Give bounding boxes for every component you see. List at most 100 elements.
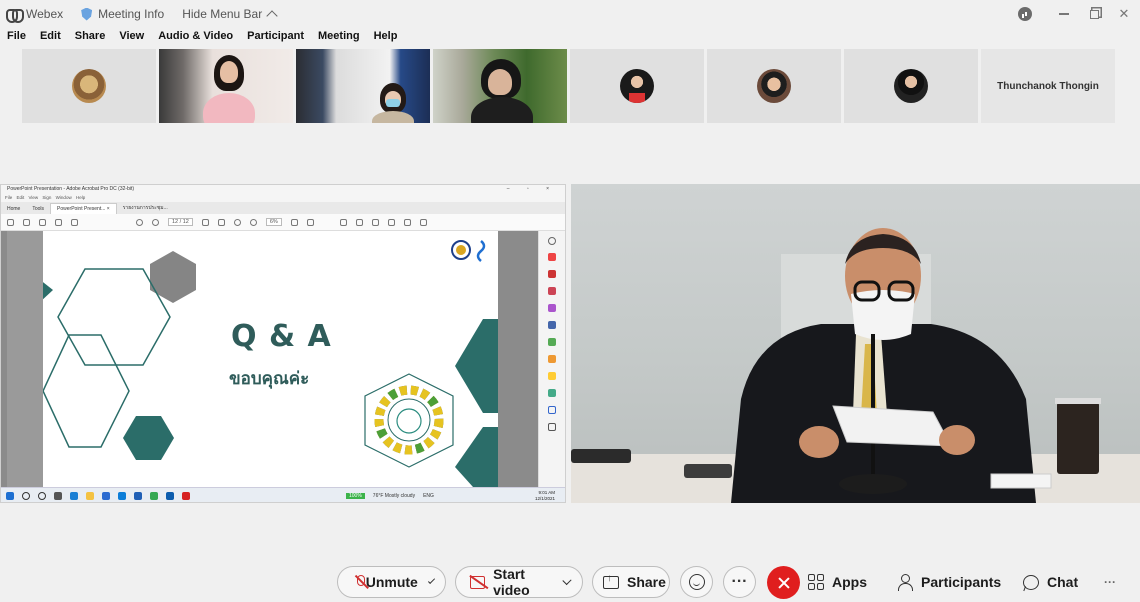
meeting-info-label: Meeting Info bbox=[98, 7, 165, 21]
active-speaker-video[interactable] bbox=[571, 184, 1140, 503]
menu-file[interactable]: File bbox=[7, 30, 26, 46]
more-options-button[interactable]: ··· bbox=[723, 566, 756, 598]
slide-graphics bbox=[43, 240, 498, 487]
pen-icon bbox=[355, 218, 363, 226]
shared-window-controls: – ▫ × bbox=[506, 186, 557, 192]
microphone-base bbox=[839, 474, 907, 494]
chat-button[interactable]: Chat bbox=[1023, 566, 1078, 598]
participant-avatar bbox=[72, 69, 106, 103]
fill-sign-icon bbox=[548, 304, 556, 312]
protect-icon bbox=[548, 406, 556, 414]
end-call-button[interactable] bbox=[767, 566, 800, 599]
menu-help[interactable]: Help bbox=[374, 30, 398, 46]
outlook-icon bbox=[102, 491, 110, 500]
menu-edit[interactable]: Edit bbox=[40, 30, 61, 46]
participant-tile[interactable] bbox=[707, 49, 841, 123]
create-pdf-icon bbox=[548, 270, 556, 278]
teal-hexagon bbox=[123, 416, 174, 460]
zoom-icon bbox=[548, 237, 556, 245]
menu-view[interactable]: View bbox=[119, 30, 144, 46]
share-button[interactable]: Share bbox=[592, 566, 670, 598]
document-view: Q & A ขอบคุณค่ะ bbox=[1, 231, 565, 487]
apps-button[interactable]: Apps bbox=[808, 566, 867, 598]
participant-video-tile[interactable] bbox=[296, 49, 430, 123]
battery-badge: 100% bbox=[346, 492, 365, 499]
overflow-icon: ··· bbox=[1104, 575, 1116, 589]
participant-tile[interactable] bbox=[570, 49, 704, 123]
teal-hexagon-right-lower bbox=[455, 427, 498, 487]
reactions-button[interactable] bbox=[680, 566, 713, 598]
network-signal-icon[interactable] bbox=[1018, 7, 1032, 21]
chevron-up-icon bbox=[266, 10, 278, 22]
participant-tile[interactable] bbox=[22, 49, 156, 123]
iced-coffee-cup bbox=[1057, 402, 1099, 474]
close-icon: ✕ bbox=[1118, 6, 1130, 21]
menu-participant[interactable]: Participant bbox=[247, 30, 304, 46]
search-icon bbox=[71, 218, 78, 226]
scroll-icon bbox=[306, 218, 314, 226]
shared-window-toolbar: 12 / 12 6% bbox=[1, 214, 565, 231]
task-view-icon bbox=[54, 491, 62, 500]
participant-video-tile[interactable] bbox=[159, 49, 293, 123]
paper-document bbox=[832, 405, 952, 447]
tab-powerpoint: PowerPoint Present... × bbox=[50, 203, 117, 214]
overflow-button[interactable]: ··· bbox=[1104, 566, 1116, 598]
menu-meeting[interactable]: Meeting bbox=[318, 30, 360, 46]
apps-icon bbox=[808, 574, 824, 590]
participants-button[interactable]: Participants bbox=[897, 566, 1001, 598]
acrobat-icon bbox=[182, 491, 190, 500]
participant-avatar bbox=[894, 69, 928, 103]
app-title: Webex bbox=[6, 7, 64, 23]
shared-screen: PowerPoint Presentation - Adobe Acrobat … bbox=[0, 184, 566, 503]
unmute-button[interactable]: Unmute bbox=[337, 566, 446, 598]
minimize-button[interactable] bbox=[1056, 6, 1072, 22]
hand-icon bbox=[217, 218, 225, 226]
participants-icon bbox=[897, 574, 913, 591]
minimize-icon bbox=[1059, 13, 1069, 15]
apps-label: Apps bbox=[832, 574, 867, 590]
participant-face bbox=[220, 61, 238, 83]
zoom-level: 6% bbox=[265, 218, 282, 226]
mail-icon bbox=[118, 491, 126, 500]
sdg-center bbox=[387, 398, 431, 442]
language: ENG bbox=[423, 492, 434, 499]
comment-icon bbox=[339, 218, 347, 226]
hide-menu-bar-button[interactable]: Hide Menu Bar bbox=[182, 7, 278, 22]
unmute-label: Unmute bbox=[365, 574, 418, 590]
webex-taskbar-icon bbox=[166, 491, 174, 500]
participant-video-tile[interactable] bbox=[433, 49, 567, 123]
meeting-info-button[interactable]: Meeting Info bbox=[81, 7, 164, 21]
speaker-right-hand bbox=[939, 425, 975, 455]
smiley-icon bbox=[688, 574, 705, 590]
tab-tools: Tools bbox=[32, 206, 45, 212]
slide-subtitle: ขอบคุณค่ะ bbox=[229, 369, 310, 389]
chevron-down-icon[interactable] bbox=[427, 576, 436, 584]
start-video-button[interactable]: Start video bbox=[455, 566, 583, 598]
slide-title: Q & A bbox=[231, 319, 332, 354]
slide: Q & A ขอบคุณค่ะ bbox=[43, 231, 498, 487]
menu-share[interactable]: Share bbox=[75, 30, 106, 46]
chat-label: Chat bbox=[1047, 574, 1079, 590]
more-tools-icon bbox=[548, 423, 556, 431]
tab-report: รายงานการประชุม... bbox=[122, 205, 168, 211]
restore-button[interactable] bbox=[1086, 6, 1102, 22]
window-controls: ✕ bbox=[1018, 0, 1132, 28]
menu-audio-video[interactable]: Audio & Video bbox=[158, 30, 233, 46]
participant-tile[interactable] bbox=[844, 49, 978, 123]
menu-bar: File Edit Share View Audio & Video Parti… bbox=[0, 30, 404, 46]
clock: 9:01 AM 12/1/2021 bbox=[535, 490, 555, 502]
app-name: Webex bbox=[26, 7, 64, 21]
participant-video bbox=[296, 49, 430, 123]
export-pdf-icon bbox=[548, 253, 556, 261]
sign-icon bbox=[371, 218, 379, 226]
cortana-icon bbox=[38, 491, 46, 500]
chevron-down-icon[interactable] bbox=[562, 575, 572, 585]
outline-hexagon-lower bbox=[43, 334, 130, 448]
start-video-label: Start video bbox=[493, 566, 530, 598]
explorer-icon bbox=[86, 491, 94, 500]
hide-menu-bar-label: Hide Menu Bar bbox=[182, 7, 263, 21]
stamp-icon bbox=[387, 218, 395, 226]
close-button[interactable]: ✕ bbox=[1116, 6, 1132, 22]
document-margin bbox=[7, 231, 43, 487]
participant-name-tile[interactable]: Thunchanok Thongin bbox=[981, 49, 1115, 123]
